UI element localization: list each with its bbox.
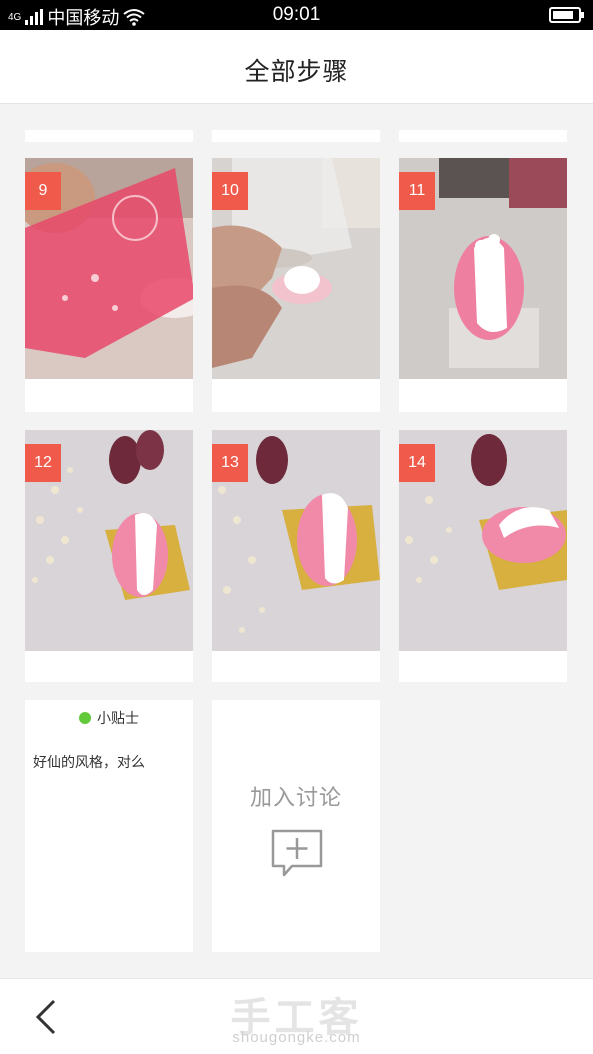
header: 全部步骤 xyxy=(0,30,593,104)
step-number-badge: 13 xyxy=(212,444,248,482)
tip-title-text: 小贴士 xyxy=(97,710,139,726)
tip-text: 好仙的风格，对么 xyxy=(33,754,145,770)
page-title: 全部步骤 xyxy=(244,58,349,86)
status-bar: 4G 中国移动 09:01 xyxy=(0,0,593,30)
step-number-badge: 14 xyxy=(399,444,435,482)
status-time: 09:01 xyxy=(272,4,321,25)
step-number-badge: 10 xyxy=(212,172,248,210)
battery-icon xyxy=(549,7,584,23)
tip-title: 小贴士 xyxy=(25,708,193,728)
step-number-badge: 11 xyxy=(399,172,435,210)
step-card-14[interactable]: 14 xyxy=(399,430,567,682)
card-stub xyxy=(25,130,193,142)
battery-fill xyxy=(553,11,573,19)
card-stub xyxy=(212,130,380,142)
step-number-badge: 9 xyxy=(25,172,61,210)
join-discussion-card[interactable]: 加入讨论 xyxy=(212,700,380,952)
comment-plus-icon[interactable] xyxy=(270,828,324,878)
tip-card: 小贴士 好仙的风格，对么 xyxy=(25,700,193,952)
join-discussion-label: 加入讨论 xyxy=(249,785,342,810)
card-stub xyxy=(399,130,567,142)
step-card-13[interactable]: 13 xyxy=(212,430,380,682)
status-dot-icon xyxy=(79,712,91,724)
step-card-10[interactable]: 10 xyxy=(212,158,380,412)
step-card-11[interactable]: 11 xyxy=(399,158,567,412)
bottom-bar: 手工客 shougongke.com xyxy=(0,978,593,1054)
step-card-9[interactable]: 9 xyxy=(25,158,193,412)
watermark-domain: shougongke.com xyxy=(232,1029,361,1046)
step-card-12[interactable]: 12 xyxy=(25,430,193,682)
step-number-badge: 12 xyxy=(25,444,61,482)
